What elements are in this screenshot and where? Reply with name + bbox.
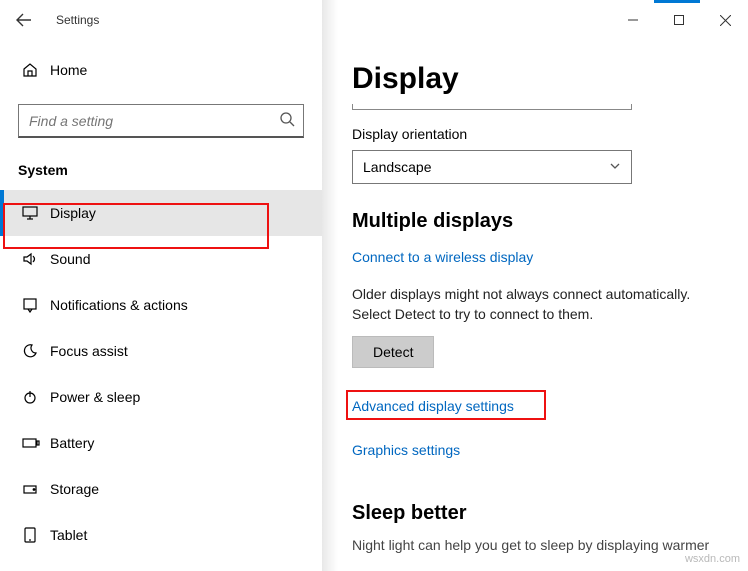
home-label: Home: [50, 62, 87, 78]
sidebar-item-label: Power & sleep: [50, 389, 140, 405]
close-icon: [720, 15, 731, 26]
minimize-button[interactable]: [610, 0, 656, 40]
window-accent: [654, 0, 700, 3]
monitor-icon: [22, 205, 50, 221]
connect-wireless-link[interactable]: Connect to a wireless display: [352, 249, 533, 265]
titlebar: Settings: [0, 0, 748, 40]
sidebar-item-label: Display: [50, 205, 96, 221]
search-icon: [279, 111, 295, 130]
watermark: wsxdn.com: [685, 553, 740, 565]
search-input[interactable]: [27, 112, 279, 130]
battery-icon: [22, 437, 50, 449]
close-button[interactable]: [702, 0, 748, 40]
detect-help-text: Older displays might not always connect …: [352, 285, 718, 324]
moon-icon: [22, 343, 50, 359]
sidebar-item-battery[interactable]: Battery: [0, 420, 322, 466]
sidebar-item-label: Storage: [50, 481, 99, 497]
advanced-display-link[interactable]: Advanced display settings: [352, 398, 514, 414]
sidebar-item-label: Battery: [50, 435, 94, 451]
detect-button[interactable]: Detect: [352, 336, 434, 368]
power-icon: [22, 389, 50, 405]
sleep-text: Night light can help you get to sleep by…: [352, 537, 718, 553]
sidebar-item-display[interactable]: Display: [0, 190, 322, 236]
sidebar-item-label: Notifications & actions: [50, 297, 188, 313]
sidebar-item-sound[interactable]: Sound: [0, 236, 322, 282]
maximize-icon: [674, 15, 684, 25]
storage-icon: [22, 481, 50, 497]
sidebar-item-storage[interactable]: Storage: [0, 466, 322, 512]
back-button[interactable]: [0, 0, 48, 40]
nav-list: Display Sound Notifications & actions: [0, 190, 322, 558]
orientation-combobox[interactable]: Landscape: [352, 150, 632, 184]
chevron-down-icon: [609, 159, 621, 175]
arrow-left-icon: [16, 12, 32, 28]
sidebar-item-power-sleep[interactable]: Power & sleep: [0, 374, 322, 420]
sidebar-item-focus-assist[interactable]: Focus assist: [0, 328, 322, 374]
divider-line: [352, 104, 632, 110]
page-title: Display: [352, 62, 718, 96]
detect-button-label: Detect: [373, 344, 413, 360]
sleep-better-heading: Sleep better: [352, 502, 718, 525]
orientation-value: Landscape: [363, 159, 609, 175]
minimize-icon: [628, 15, 638, 25]
window-title: Settings: [48, 13, 99, 27]
speaker-icon: [22, 251, 50, 267]
home-icon: [22, 62, 50, 78]
sidebar-item-tablet[interactable]: Tablet: [0, 512, 322, 558]
tablet-icon: [22, 527, 50, 543]
category-label: System: [0, 148, 322, 190]
main-panel: Display Display orientation Landscape Mu…: [322, 40, 748, 571]
maximize-button[interactable]: [656, 0, 702, 40]
graphics-settings-link[interactable]: Graphics settings: [352, 442, 460, 458]
sidebar-item-label: Sound: [50, 251, 90, 267]
sidebar-item-notifications[interactable]: Notifications & actions: [0, 282, 322, 328]
sidebar-item-label: Focus assist: [50, 343, 128, 359]
home-button[interactable]: Home: [0, 50, 322, 90]
sidebar: Home System Display: [0, 40, 322, 571]
multiple-displays-heading: Multiple displays: [352, 210, 718, 233]
notification-icon: [22, 297, 50, 313]
sidebar-item-label: Tablet: [50, 527, 87, 543]
orientation-label: Display orientation: [352, 126, 718, 142]
search-input-wrapper[interactable]: [18, 104, 304, 138]
